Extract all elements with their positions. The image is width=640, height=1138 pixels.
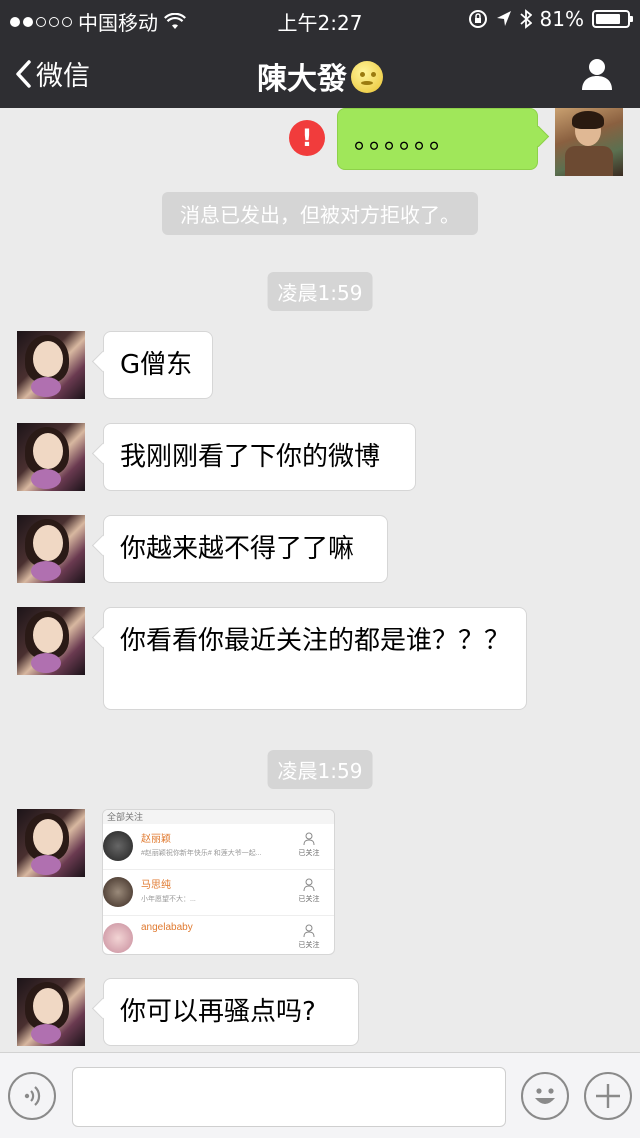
person-icon[interactable]	[580, 56, 614, 92]
followed-status: 已关注	[296, 832, 322, 858]
received-message-bubble[interactable]: G僧东	[103, 331, 213, 399]
timestamp: 凌晨1:59	[267, 750, 373, 789]
user-name: 赵丽颖	[141, 834, 171, 845]
image-message[interactable]: 全部关注 赵丽颖 #赵丽颖祝你新年快乐# 和莲大爷一起... 已关注 马思纯 小…	[102, 809, 335, 955]
contact-avatar[interactable]	[17, 423, 85, 491]
battery-icon	[592, 10, 633, 28]
received-message-bubble[interactable]: 你可以再骚点吗?	[103, 978, 359, 1046]
input-bar	[0, 1052, 640, 1138]
follow-list-header: 全部关注	[103, 810, 334, 824]
status-bar: 中国移动 上午2:27 81%	[0, 0, 640, 40]
followed-status: 已关注	[296, 878, 322, 904]
voice-button[interactable]	[8, 1072, 56, 1120]
avatar	[103, 877, 133, 907]
emoji-button[interactable]	[521, 1072, 569, 1120]
received-message-bubble[interactable]: 你越来越不得了了嘛	[103, 515, 388, 583]
plus-icon	[596, 1084, 620, 1108]
list-item: 赵丽颖 #赵丽颖祝你新年快乐# 和莲大爷一起... 已关注	[103, 824, 334, 870]
navigation-bar: 微信 陳大發	[0, 40, 640, 108]
followed-label: 已关注	[298, 850, 320, 857]
moon-face-emoji-icon	[351, 61, 383, 93]
followed-status: 已关注	[296, 924, 322, 950]
contact-name: 陳大發	[257, 62, 347, 97]
exclamation-icon[interactable]: !	[289, 120, 325, 156]
avatar	[103, 923, 133, 953]
received-message-bubble[interactable]: 我刚刚看了下你的微博	[103, 423, 416, 491]
contact-avatar[interactable]	[17, 809, 85, 877]
person-check-icon	[303, 924, 315, 938]
followed-label: 已关注	[298, 896, 320, 903]
user-desc: 小年愿望不大：...	[141, 896, 196, 903]
list-item: 马思纯 小年愿望不大：... 已关注	[103, 870, 334, 916]
contact-avatar[interactable]	[17, 607, 85, 675]
message-input[interactable]	[72, 1067, 506, 1127]
chat-title: 陳大發	[0, 54, 640, 98]
user-name: angelababy	[141, 922, 193, 933]
timestamp: 凌晨1:59	[267, 272, 373, 311]
contact-avatar[interactable]	[17, 515, 85, 583]
location-icon	[496, 11, 511, 26]
avatar	[103, 831, 133, 861]
list-item: angelababy 已关注	[103, 916, 334, 954]
battery-percent: 81%	[539, 7, 584, 31]
emoji-icon	[535, 1088, 555, 1104]
my-avatar[interactable]	[555, 108, 623, 176]
person-check-icon	[303, 832, 315, 846]
rotation-lock-icon	[468, 10, 487, 28]
status-icons: 81%	[468, 7, 633, 31]
more-button[interactable]	[584, 1072, 632, 1120]
person-check-icon	[303, 878, 315, 892]
message-list[interactable]: ! 。。。。。。 消息已发出，但被对方拒收了。 凌晨1:59 G僧东 我刚刚看了…	[0, 108, 640, 1052]
user-name: 马思纯	[141, 880, 171, 891]
bluetooth-icon	[519, 9, 532, 29]
sent-message-bubble[interactable]: 。。。。。。	[337, 108, 538, 170]
followed-label: 已关注	[298, 942, 320, 949]
received-message-bubble[interactable]: 你看看你最近关注的都是谁？？？	[103, 607, 527, 710]
contact-avatar[interactable]	[17, 978, 85, 1046]
rejected-notice: 消息已发出，但被对方拒收了。	[162, 192, 478, 235]
voice-icon	[24, 1086, 41, 1106]
user-desc: #赵丽颖祝你新年快乐# 和莲大爷一起...	[141, 850, 262, 857]
contact-avatar[interactable]	[17, 331, 85, 399]
